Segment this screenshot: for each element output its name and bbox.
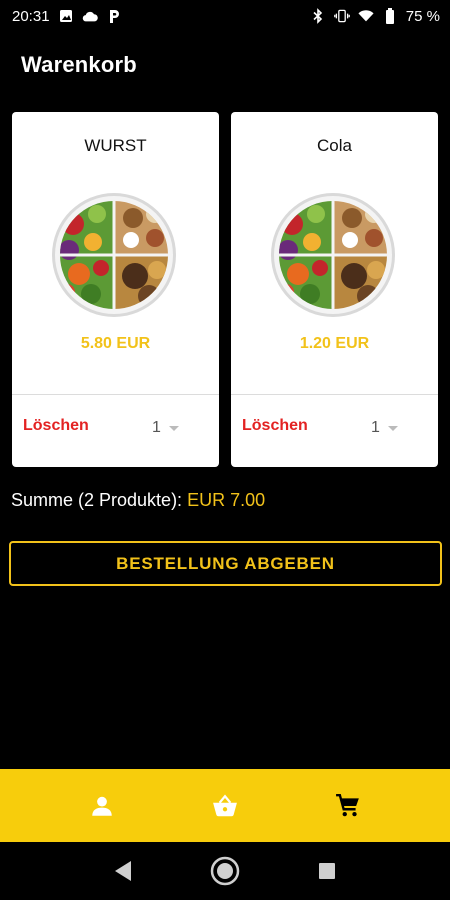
status-left: 20:31 <box>12 8 122 25</box>
wifi-icon <box>358 8 374 24</box>
back-icon[interactable] <box>101 849 145 893</box>
parking-icon <box>106 8 122 24</box>
summary-label: Summe (2 Produkte): <box>11 490 183 510</box>
profile-icon[interactable] <box>78 782 126 830</box>
summary-total: EUR 7.00 <box>187 490 266 510</box>
product-price: 5.80 EUR <box>80 335 151 352</box>
status-bar: 20:31 75 % <box>0 0 450 32</box>
product-name: Cola <box>317 136 352 155</box>
quantity-value: 1 <box>152 419 161 436</box>
place-order-button[interactable]: BESTELLUNG ABGEBEN <box>9 541 442 586</box>
food-plate-image <box>52 193 176 317</box>
divider <box>12 394 219 395</box>
cart-item-card: WURST 5.80 EUR Löschen 1 <box>12 112 219 467</box>
cart-summary: Summe (2 Produkte): EUR 7.00 <box>11 490 265 511</box>
cloud-icon <box>82 8 98 24</box>
image-icon <box>58 8 74 24</box>
cart-icon[interactable] <box>324 782 372 830</box>
chevron-down-icon <box>387 425 398 431</box>
food-plate-image <box>271 193 395 317</box>
quantity-select[interactable]: 1 <box>152 417 196 439</box>
divider <box>231 394 438 395</box>
page-title: Warenkorb <box>21 52 137 77</box>
battery-icon <box>382 8 398 24</box>
clock: 20:31 <box>12 7 50 25</box>
battery-percent: 75 % <box>405 7 440 25</box>
product-name: WURST <box>84 136 147 155</box>
status-right: 75 % <box>310 8 440 25</box>
chevron-down-icon <box>168 425 179 431</box>
recents-icon[interactable] <box>305 849 349 893</box>
system-nav-bar <box>0 842 450 900</box>
quantity-value: 1 <box>371 419 380 436</box>
bluetooth-icon <box>310 8 326 24</box>
bottom-nav <box>0 769 450 842</box>
vibrate-icon <box>333 8 350 24</box>
delete-button[interactable]: Löschen <box>23 417 89 435</box>
quantity-select[interactable]: 1 <box>371 417 415 439</box>
home-icon[interactable] <box>203 849 247 893</box>
delete-button[interactable]: Löschen <box>242 417 308 435</box>
product-price: 1.20 EUR <box>299 335 370 352</box>
cart-item-card: Cola 1.20 EUR Löschen 1 <box>231 112 438 467</box>
basket-icon[interactable] <box>201 782 249 830</box>
